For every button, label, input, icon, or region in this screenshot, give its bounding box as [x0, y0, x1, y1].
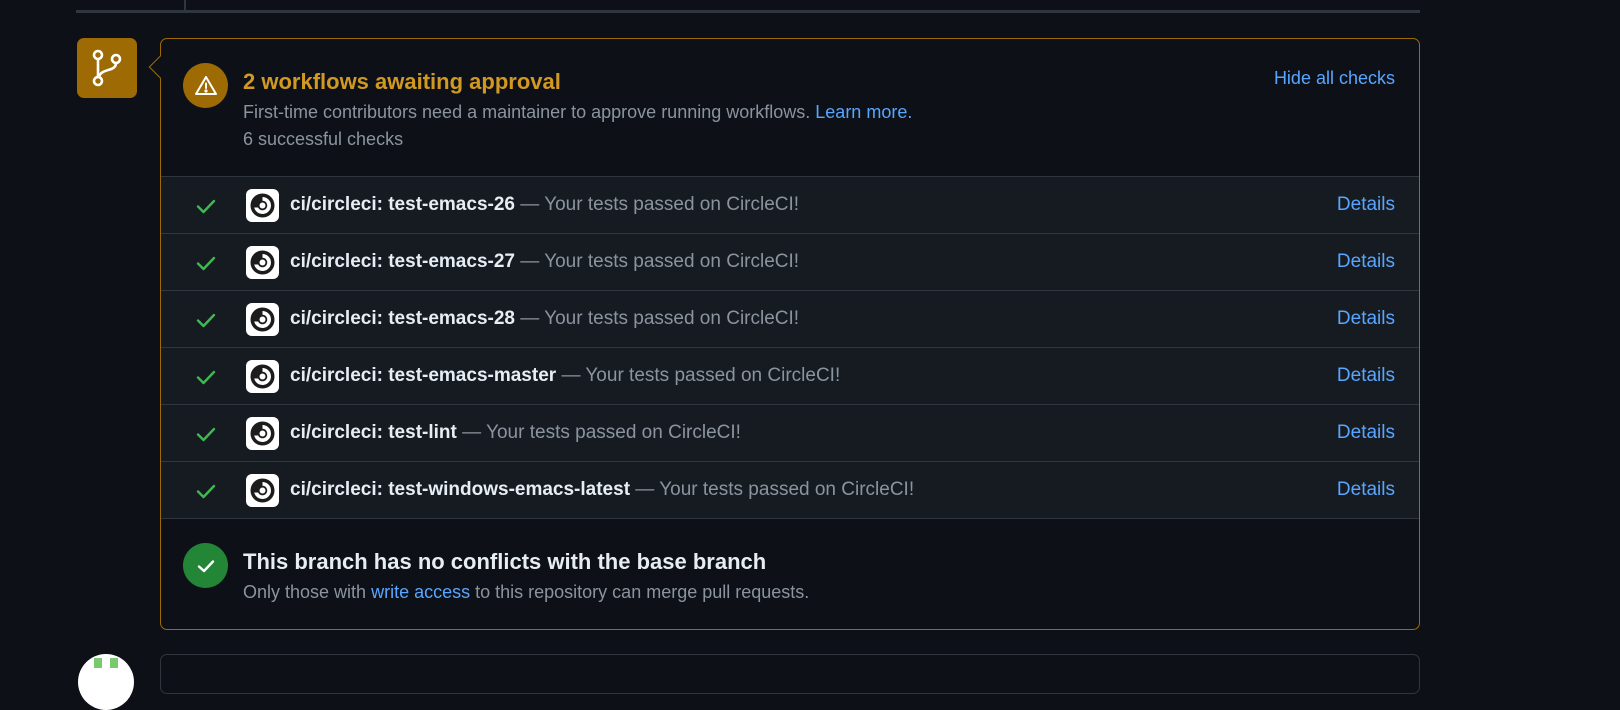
details-link[interactable]: Details — [1337, 251, 1395, 273]
next-timeline-box — [160, 654, 1420, 694]
check-separator: — — [520, 308, 540, 329]
details-link[interactable]: Details — [1337, 308, 1395, 330]
check-row: ci/circleci: test-emacs-28 — Your tests … — [161, 291, 1419, 348]
check-separator: — — [520, 194, 540, 215]
check-icon — [196, 484, 216, 499]
check-description: Your tests passed on CircleCI! — [659, 479, 915, 500]
check-icon — [196, 256, 216, 271]
merge-desc-before: Only those with — [243, 582, 367, 602]
check-text: ci/circleci: test-emacs-27 — Your tests … — [290, 251, 799, 273]
details-link[interactable]: Details — [1337, 194, 1395, 216]
merge-status-description: Only those with write access to this rep… — [243, 582, 809, 603]
hide-all-checks-link[interactable]: Hide all checks — [1274, 68, 1395, 89]
check-text: ci/circleci: test-emacs-master — Your te… — [290, 365, 840, 387]
avatar-pixel — [94, 658, 102, 668]
alert-icon — [183, 63, 228, 108]
write-access-link[interactable]: write access — [371, 582, 470, 602]
merge-status-title: This branch has no conflicts with the ba… — [243, 549, 767, 574]
check-description: Your tests passed on CircleCI! — [585, 365, 841, 386]
check-name: ci/circleci: test-lint — [290, 422, 457, 443]
check-name: ci/circleci: test-windows-emacs-latest — [290, 479, 631, 500]
check-name: ci/circleci: test-emacs-27 — [290, 251, 515, 272]
check-row: ci/circleci: test-emacs-master — Your te… — [161, 348, 1419, 405]
timeline-tick — [184, 0, 186, 12]
approval-description: First-time contributors need a maintaine… — [243, 102, 912, 123]
check-separator: — — [520, 251, 540, 272]
check-text: ci/circleci: test-emacs-28 — Your tests … — [290, 308, 799, 330]
check-icon — [196, 370, 216, 385]
check-name: ci/circleci: test-emacs-26 — [290, 194, 515, 215]
approval-header: 2 workflows awaiting approval First-time… — [161, 39, 1419, 177]
check-row: ci/circleci: test-emacs-27 — Your tests … — [161, 234, 1419, 291]
check-separator: — — [561, 365, 581, 386]
merge-conflict-section: This branch has no conflicts with the ba… — [161, 519, 1419, 629]
successful-checks-count: 6 successful checks — [243, 129, 404, 149]
check-description: Your tests passed on CircleCI! — [544, 194, 800, 215]
learn-more-link[interactable]: Learn more. — [815, 102, 912, 122]
avatar[interactable] — [78, 654, 134, 710]
check-description: Your tests passed on CircleCI! — [544, 251, 800, 272]
circleci-icon[interactable] — [246, 303, 279, 336]
check-icon — [196, 313, 216, 328]
check-icon — [196, 427, 216, 442]
details-link[interactable]: Details — [1337, 365, 1395, 387]
approval-title: 2 workflows awaiting approval — [243, 69, 561, 94]
check-name: ci/circleci: test-emacs-28 — [290, 308, 515, 329]
circleci-icon[interactable] — [246, 417, 279, 450]
circleci-icon[interactable] — [246, 360, 279, 393]
check-row: ci/circleci: test-emacs-26 — Your tests … — [161, 177, 1419, 234]
check-text: ci/circleci: test-emacs-26 — Your tests … — [290, 194, 799, 216]
circleci-icon[interactable] — [246, 474, 279, 507]
check-text: ci/circleci: test-lint — Your tests pass… — [290, 422, 741, 444]
merge-status-panel: 2 workflows awaiting approval First-time… — [148, 38, 1420, 630]
merge-desc-after: to this repository can merge pull reques… — [475, 582, 810, 602]
approval-description-text: First-time contributors need a maintaine… — [243, 102, 811, 122]
check-description: Your tests passed on CircleCI! — [544, 308, 800, 329]
check-row: ci/circleci: test-lint — Your tests pass… — [161, 405, 1419, 462]
check-description: Your tests passed on CircleCI! — [486, 422, 741, 443]
circleci-icon[interactable] — [246, 189, 279, 222]
timeline-divider — [76, 10, 1420, 13]
avatar-pixel — [110, 658, 118, 668]
checks-list: ci/circleci: test-emacs-26 — Your tests … — [161, 177, 1419, 519]
check-icon — [196, 199, 216, 214]
check-text: ci/circleci: test-windows-emacs-latest —… — [290, 479, 914, 501]
check-name: ci/circleci: test-emacs-master — [290, 365, 557, 386]
circleci-icon[interactable] — [246, 246, 279, 279]
details-link[interactable]: Details — [1337, 479, 1395, 501]
check-separator: — — [635, 479, 655, 500]
details-link[interactable]: Details — [1337, 422, 1395, 444]
check-row: ci/circleci: test-windows-emacs-latest —… — [161, 462, 1419, 519]
check-separator: — — [462, 422, 482, 443]
git-branch-icon — [77, 38, 137, 98]
check-circle-icon — [183, 543, 228, 588]
